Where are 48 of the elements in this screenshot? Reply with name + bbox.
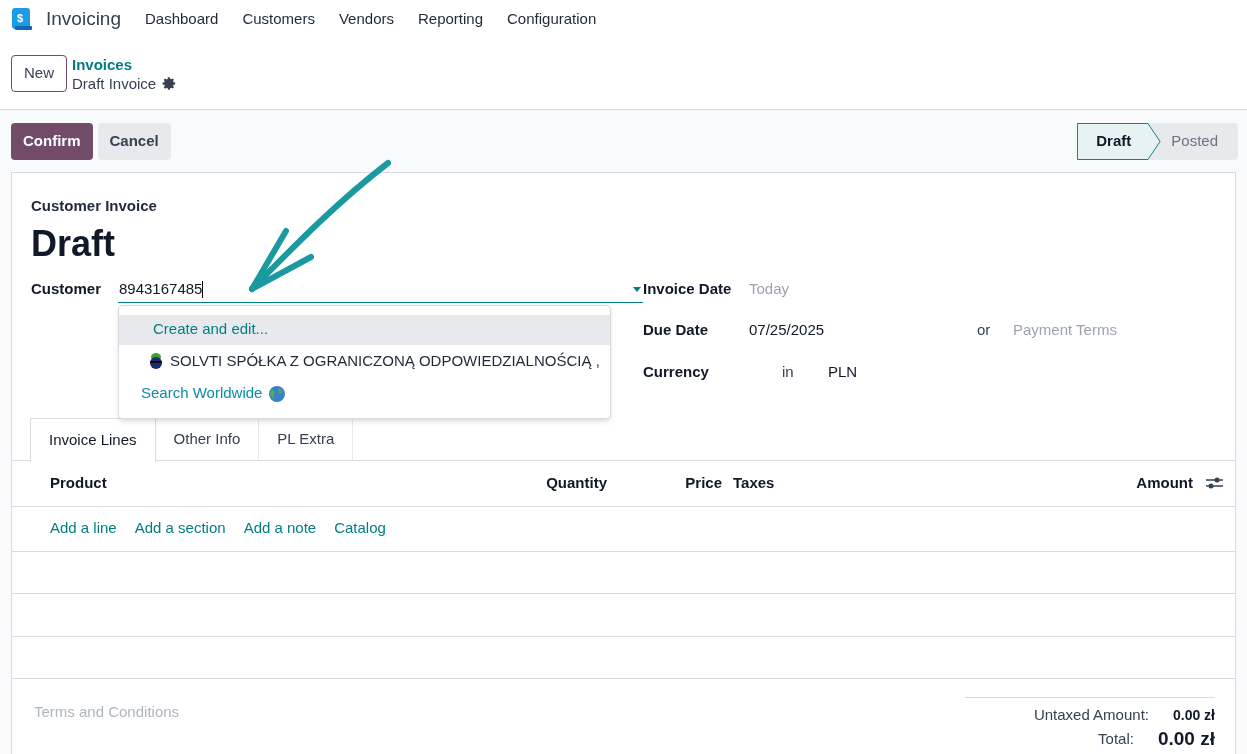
globe-icon: [269, 385, 286, 402]
column-header[interactable]: Price: [685, 471, 722, 495]
column-header[interactable]: Quantity: [546, 471, 607, 495]
total-value: 0.00 zł: [1157, 727, 1215, 750]
status-step[interactable]: Draft: [1077, 122, 1162, 160]
tab[interactable]: PL Extra: [259, 417, 354, 461]
in-label: in: [782, 362, 795, 383]
nav-menu-item[interactable]: Reporting: [417, 7, 483, 31]
field-label: Invoice Date: [643, 279, 733, 300]
currency-field[interactable]: PLN: [828, 361, 858, 384]
new-button[interactable]: New: [11, 55, 67, 92]
dropdown-item[interactable]: Search Worldwide: [119, 378, 610, 409]
dropdown-item[interactable]: Create and edit...: [119, 314, 610, 345]
field-label: Due Date: [643, 320, 710, 341]
company-logo-icon: [149, 351, 163, 372]
total-label: Total:: [1098, 728, 1134, 749]
form-subtitle: Customer Invoice: [31, 196, 158, 216]
nav-menu-item[interactable]: Customers: [242, 7, 315, 31]
app-name[interactable]: Invoicing: [46, 4, 121, 34]
status-step[interactable]: Posted: [1161, 122, 1238, 160]
nav-menu-item[interactable]: Configuration: [507, 7, 597, 31]
add-line-link[interactable]: Add a section: [134, 517, 226, 540]
field-label: Currency: [643, 362, 710, 383]
column-header[interactable]: Taxes: [733, 471, 775, 495]
caret-icon[interactable]: [633, 286, 641, 292]
due-date-field[interactable]: 07/25/2025: [749, 319, 977, 342]
add-line-link[interactable]: Add a line: [50, 517, 117, 540]
form-title: Draft: [31, 221, 116, 266]
breadcrumb-link[interactable]: Invoices: [72, 54, 178, 74]
nav-menu-item[interactable]: Vendors: [338, 7, 394, 31]
add-line-link[interactable]: Add a note: [243, 517, 317, 540]
tab[interactable]: Invoice Lines: [30, 417, 156, 462]
record-name: Draft Invoice: [72, 73, 157, 93]
customer-field[interactable]: 8943167485: [118, 276, 643, 303]
column-header[interactable]: Product: [50, 471, 107, 495]
sliders-icon[interactable]: [1206, 476, 1223, 490]
cancel-button[interactable]: Cancel: [97, 122, 171, 160]
confirm-button[interactable]: Confirm: [11, 122, 93, 160]
dropdown-item[interactable]: SOLVTI SPÓŁKA Z OGRANICZONĄ ODPOWIEDZIALNOŚCIĄ ,: [119, 344, 610, 379]
nav-menu-item[interactable]: Dashboard: [145, 7, 219, 31]
field-label: Customer: [31, 279, 102, 300]
tab[interactable]: Other Info: [155, 417, 260, 461]
settings-icon[interactable]: [162, 75, 178, 91]
or-label: or: [977, 320, 992, 341]
add-line-link[interactable]: Catalog: [334, 517, 386, 540]
total-value: 0.00 zł: [1172, 705, 1215, 725]
total-label: Untaxed Amount:: [1033, 704, 1149, 725]
column-header[interactable]: Amount: [1136, 471, 1193, 495]
